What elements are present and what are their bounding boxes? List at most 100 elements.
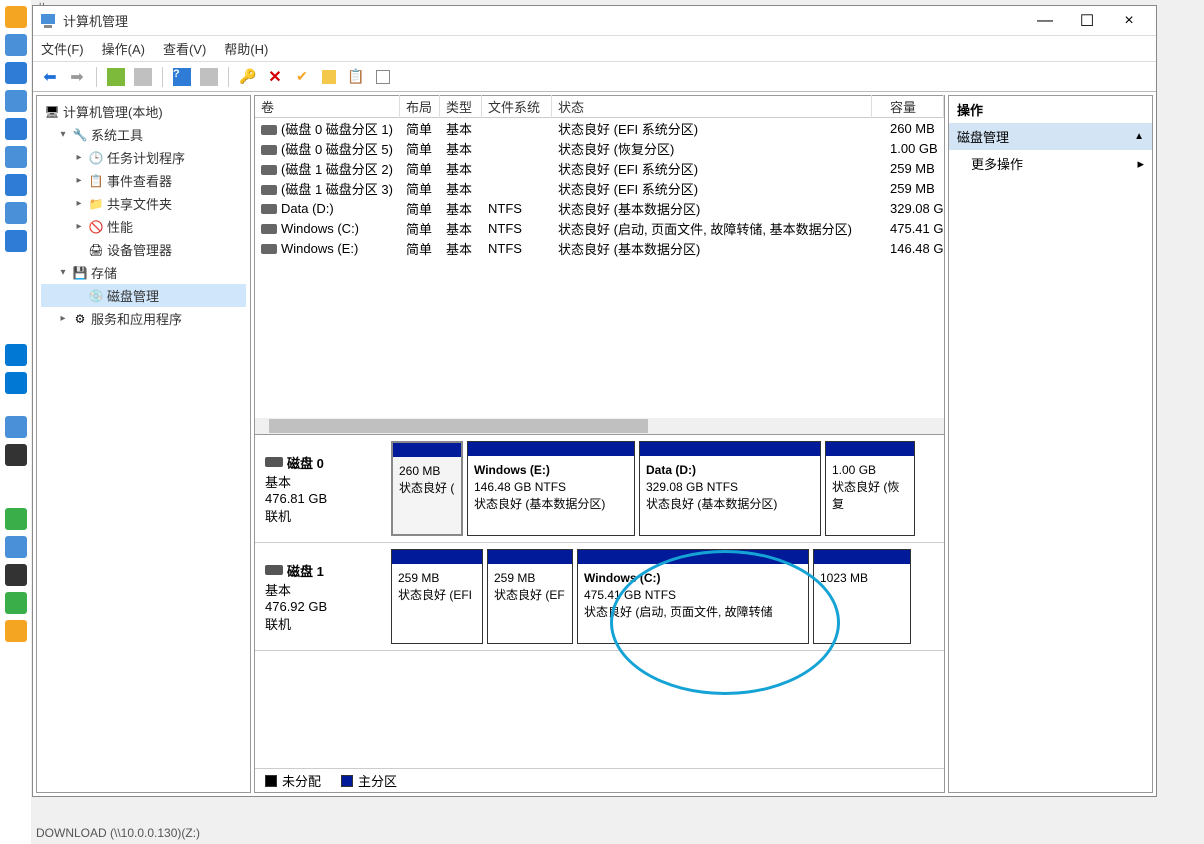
services-icon: ⚙: [72, 311, 88, 327]
taskbar-icon[interactable]: [5, 118, 27, 140]
taskbar-icon[interactable]: [5, 6, 27, 28]
titlebar[interactable]: 计算机管理 — ☐ ×: [33, 6, 1156, 36]
tree-performance[interactable]: ▸ 🚫 性能: [41, 215, 246, 238]
partition[interactable]: 1023 MB: [813, 549, 911, 644]
tools-icon: 🔧: [72, 127, 88, 143]
expand-icon[interactable]: ▸: [57, 313, 69, 324]
menu-file[interactable]: 文件(F): [41, 39, 84, 58]
close-button[interactable]: ×: [1108, 8, 1150, 34]
expand-icon[interactable]: ▸: [73, 221, 85, 232]
volume-list[interactable]: 卷 布局 类型 文件系统 状态 容量 (磁盘 0 磁盘分区 1) 简单 基本 状…: [254, 95, 945, 435]
taskbar-icon[interactable]: [5, 90, 27, 112]
actions-header: 操作: [949, 96, 1152, 123]
toolbar-button[interactable]: ✔: [291, 66, 313, 88]
partition[interactable]: 259 MB状态良好 (EF: [487, 549, 573, 644]
expand-icon[interactable]: ▸: [73, 198, 85, 209]
tree-task-scheduler[interactable]: ▸ 🕒 任务计划程序: [41, 146, 246, 169]
toolbar-button[interactable]: [372, 66, 394, 88]
partition[interactable]: 1.00 GB状态良好 (恢复: [825, 441, 915, 536]
maximize-button[interactable]: ☐: [1066, 8, 1108, 34]
partition[interactable]: Windows (E:)146.48 GB NTFS状态良好 (基本数据分区): [467, 441, 635, 536]
taskbar-icon[interactable]: [5, 620, 27, 642]
volume-row[interactable]: (磁盘 1 磁盘分区 3) 简单 基本 状态良好 (EFI 系统分区) 259 …: [255, 178, 944, 198]
toolbar-button[interactable]: 🔑: [237, 66, 259, 88]
toolbar-button[interactable]: [132, 66, 154, 88]
disk-row: 磁盘 0 基本476.81 GB联机 260 MB状态良好 ( Windows …: [255, 435, 944, 543]
volume-list-body[interactable]: (磁盘 0 磁盘分区 1) 简单 基本 状态良好 (EFI 系统分区) 260 …: [255, 118, 944, 418]
col-volume[interactable]: 卷: [255, 95, 400, 118]
chevron-right-icon: ▸: [1137, 156, 1144, 172]
col-layout[interactable]: 布局: [400, 95, 440, 118]
actions-more[interactable]: 更多操作 ▸: [949, 150, 1152, 177]
horizontal-scrollbar[interactable]: [255, 418, 944, 434]
taskbar-icon[interactable]: [5, 344, 27, 366]
device-icon: 🖨: [88, 242, 104, 258]
app-icon: [39, 12, 57, 30]
delete-button[interactable]: ✕: [264, 66, 286, 88]
disk-graphical-view[interactable]: 磁盘 0 基本476.81 GB联机 260 MB状态良好 ( Windows …: [254, 435, 945, 793]
tree-root[interactable]: 🖥 计算机管理(本地): [41, 100, 246, 123]
taskbar-icon[interactable]: [5, 174, 27, 196]
volume-row[interactable]: Windows (C:) 简单 基本 NTFS 状态良好 (启动, 页面文件, …: [255, 218, 944, 238]
tree-event-viewer[interactable]: ▸ 📋 事件查看器: [41, 169, 246, 192]
taskbar-icon[interactable]: [5, 592, 27, 614]
forward-button[interactable]: ➡: [66, 66, 88, 88]
tree-storage[interactable]: ▾ 💾 存储: [41, 261, 246, 284]
back-button[interactable]: ⬅: [39, 66, 61, 88]
legend-swatch-unallocated: [265, 775, 277, 787]
tree-device-manager[interactable]: 🖨 设备管理器: [41, 238, 246, 261]
navigation-tree[interactable]: 🖥 计算机管理(本地) ▾ 🔧 系统工具 ▸ 🕒 任务计划程序 ▸ 📋 事件查看…: [36, 95, 251, 793]
col-filesystem[interactable]: 文件系统: [482, 95, 552, 118]
taskbar-icon[interactable]: [5, 536, 27, 558]
col-capacity[interactable]: 容量: [884, 95, 944, 118]
taskbar-icon[interactable]: [5, 62, 27, 84]
actions-section[interactable]: 磁盘管理 ▲: [949, 123, 1152, 150]
taskbar-icon[interactable]: [5, 372, 27, 394]
col-type[interactable]: 类型: [440, 95, 482, 118]
collapse-icon[interactable]: ▾: [57, 267, 69, 278]
taskbar-icon[interactable]: [5, 508, 27, 530]
col-status[interactable]: 状态: [552, 95, 872, 118]
storage-icon: 💾: [72, 265, 88, 281]
collapse-icon[interactable]: ▲: [1134, 131, 1144, 142]
tree-disk-management[interactable]: 💿 磁盘管理: [41, 284, 246, 307]
toolbar-button[interactable]: 📋: [345, 66, 367, 88]
disk-row: 磁盘 1 基本476.92 GB联机 259 MB状态良好 (EFI 259 M…: [255, 543, 944, 651]
taskbar-icon[interactable]: [5, 230, 27, 252]
volume-row[interactable]: (磁盘 1 磁盘分区 2) 简单 基本 状态良好 (EFI 系统分区) 259 …: [255, 158, 944, 178]
expand-icon[interactable]: ▸: [73, 175, 85, 186]
taskbar-icon[interactable]: [5, 416, 27, 438]
partition[interactable]: 259 MB状态良好 (EFI: [391, 549, 483, 644]
taskbar-icon[interactable]: [5, 146, 27, 168]
partition[interactable]: 260 MB状态良好 (: [391, 441, 463, 536]
disk-label[interactable]: 磁盘 1 基本476.92 GB联机: [255, 543, 385, 650]
disk-label[interactable]: 磁盘 0 基本476.81 GB联机: [255, 435, 385, 542]
toolbar: ⬅ ➡ ? 🔑 ✕ ✔ 📋: [33, 62, 1156, 92]
taskbar-icon[interactable]: [5, 564, 27, 586]
toolbar-button[interactable]: [198, 66, 220, 88]
disk-icon: 💿: [88, 288, 104, 304]
tree-shared-folders[interactable]: ▸ 📁 共享文件夹: [41, 192, 246, 215]
menu-help[interactable]: 帮助(H): [224, 39, 268, 58]
taskbar-icon[interactable]: [5, 34, 27, 56]
partition[interactable]: Windows (C:)475.41 GB NTFS状态良好 (启动, 页面文件…: [577, 549, 809, 644]
tree-system-tools[interactable]: ▾ 🔧 系统工具: [41, 123, 246, 146]
expand-icon[interactable]: ▸: [73, 152, 85, 163]
legend-unallocated: 未分配: [265, 771, 321, 790]
volume-row[interactable]: Windows (E:) 简单 基本 NTFS 状态良好 (基本数据分区) 14…: [255, 238, 944, 258]
menu-action[interactable]: 操作(A): [102, 39, 145, 58]
toolbar-button[interactable]: [318, 66, 340, 88]
toolbar-button[interactable]: [105, 66, 127, 88]
volume-row[interactable]: Data (D:) 简单 基本 NTFS 状态良好 (基本数据分区) 329.0…: [255, 198, 944, 218]
help-button[interactable]: ?: [171, 66, 193, 88]
menu-view[interactable]: 查看(V): [163, 39, 206, 58]
partition[interactable]: Data (D:)329.08 GB NTFS状态良好 (基本数据分区): [639, 441, 821, 536]
taskbar-icon[interactable]: [5, 202, 27, 224]
volume-row[interactable]: (磁盘 0 磁盘分区 5) 简单 基本 状态良好 (恢复分区) 1.00 GB: [255, 138, 944, 158]
volume-row[interactable]: (磁盘 0 磁盘分区 1) 简单 基本 状态良好 (EFI 系统分区) 260 …: [255, 118, 944, 138]
minimize-button[interactable]: —: [1024, 8, 1066, 34]
taskbar-icon[interactable]: [5, 444, 27, 466]
collapse-icon[interactable]: ▾: [57, 129, 69, 140]
desktop-sidebar: [0, 0, 32, 844]
tree-services[interactable]: ▸ ⚙ 服务和应用程序: [41, 307, 246, 330]
